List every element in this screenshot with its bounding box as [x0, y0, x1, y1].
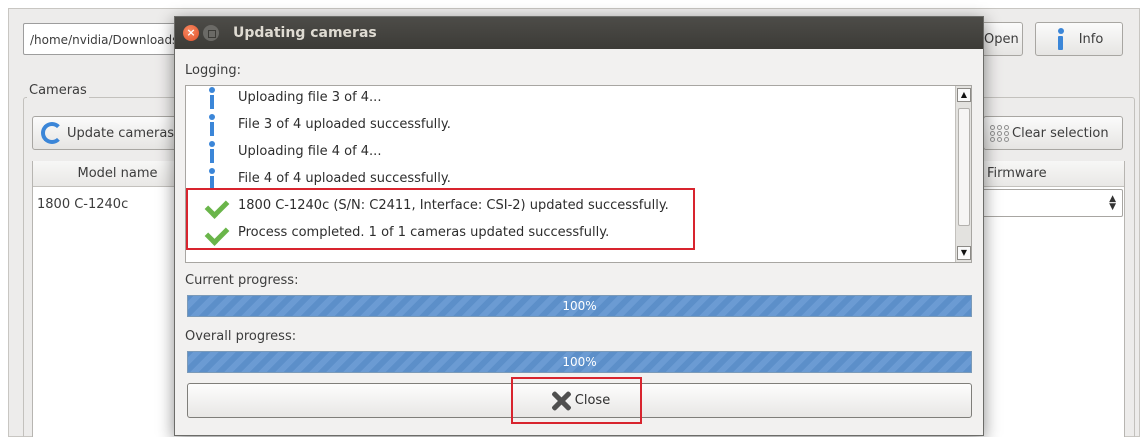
log-entry-text: File 3 of 4 uploaded successfully. [238, 117, 451, 132]
window-close-icon[interactable]: × [183, 25, 199, 41]
info-icon [1055, 28, 1065, 50]
updown-arrows-icon: ▲ ▼ [1109, 194, 1116, 212]
update-cameras-label: Update cameras [67, 125, 175, 141]
clear-selection-button[interactable]: Clear selection [983, 116, 1123, 150]
info-icon [202, 167, 222, 191]
info-icon [202, 140, 222, 164]
info-button-label: Info [1078, 31, 1104, 47]
highlight-box-close-button [511, 377, 642, 424]
dialog-titlebar: × Updating cameras [175, 17, 983, 49]
log-entry: File 3 of 4 uploaded successfully. [186, 111, 956, 138]
firmware-combo[interactable]: ▲ ▼ [969, 189, 1123, 217]
log-entry: Uploading file 4 of 4... [186, 138, 956, 165]
current-progress-text: 100% [562, 299, 597, 313]
table-cell-model[interactable]: 1800 C-1240c [37, 197, 128, 212]
dots-grid-icon [990, 124, 1010, 142]
info-icon [202, 86, 222, 110]
refresh-icon [41, 122, 63, 144]
open-button-label: Open [984, 31, 1019, 47]
info-button[interactable]: Info [1035, 22, 1123, 56]
window-minimize-icon[interactable] [203, 25, 219, 41]
highlight-box-success-logs [186, 188, 695, 250]
overall-progress-text: 100% [562, 355, 597, 369]
log-scrollbar[interactable]: ▲ ▼ [955, 86, 971, 262]
overall-progress-bar: 100% [187, 351, 972, 373]
log-entry-text: Uploading file 4 of 4... [238, 144, 382, 159]
overall-progress-label: Overall progress: [185, 329, 297, 344]
log-entry-text: File 4 of 4 uploaded successfully. [238, 171, 451, 186]
cameras-group-title: Cameras [27, 83, 89, 98]
current-progress-bar: 100% [187, 295, 972, 317]
column-header-firmware[interactable]: Firmware [969, 161, 1124, 187]
scroll-down-arrow-icon[interactable]: ▼ [957, 246, 971, 260]
logging-label: Logging: [185, 63, 241, 78]
dialog-title: Updating cameras [233, 25, 377, 41]
log-entry: Uploading file 3 of 4... [186, 86, 956, 111]
current-progress-label: Current progress: [185, 273, 299, 288]
scroll-up-arrow-icon[interactable]: ▲ [957, 88, 971, 102]
info-icon [202, 113, 222, 137]
log-entry-text: Uploading file 3 of 4... [238, 90, 382, 105]
update-cameras-button[interactable]: Update cameras [32, 116, 192, 150]
scrollbar-thumb[interactable] [958, 108, 970, 226]
clear-selection-label: Clear selection [1012, 125, 1109, 141]
